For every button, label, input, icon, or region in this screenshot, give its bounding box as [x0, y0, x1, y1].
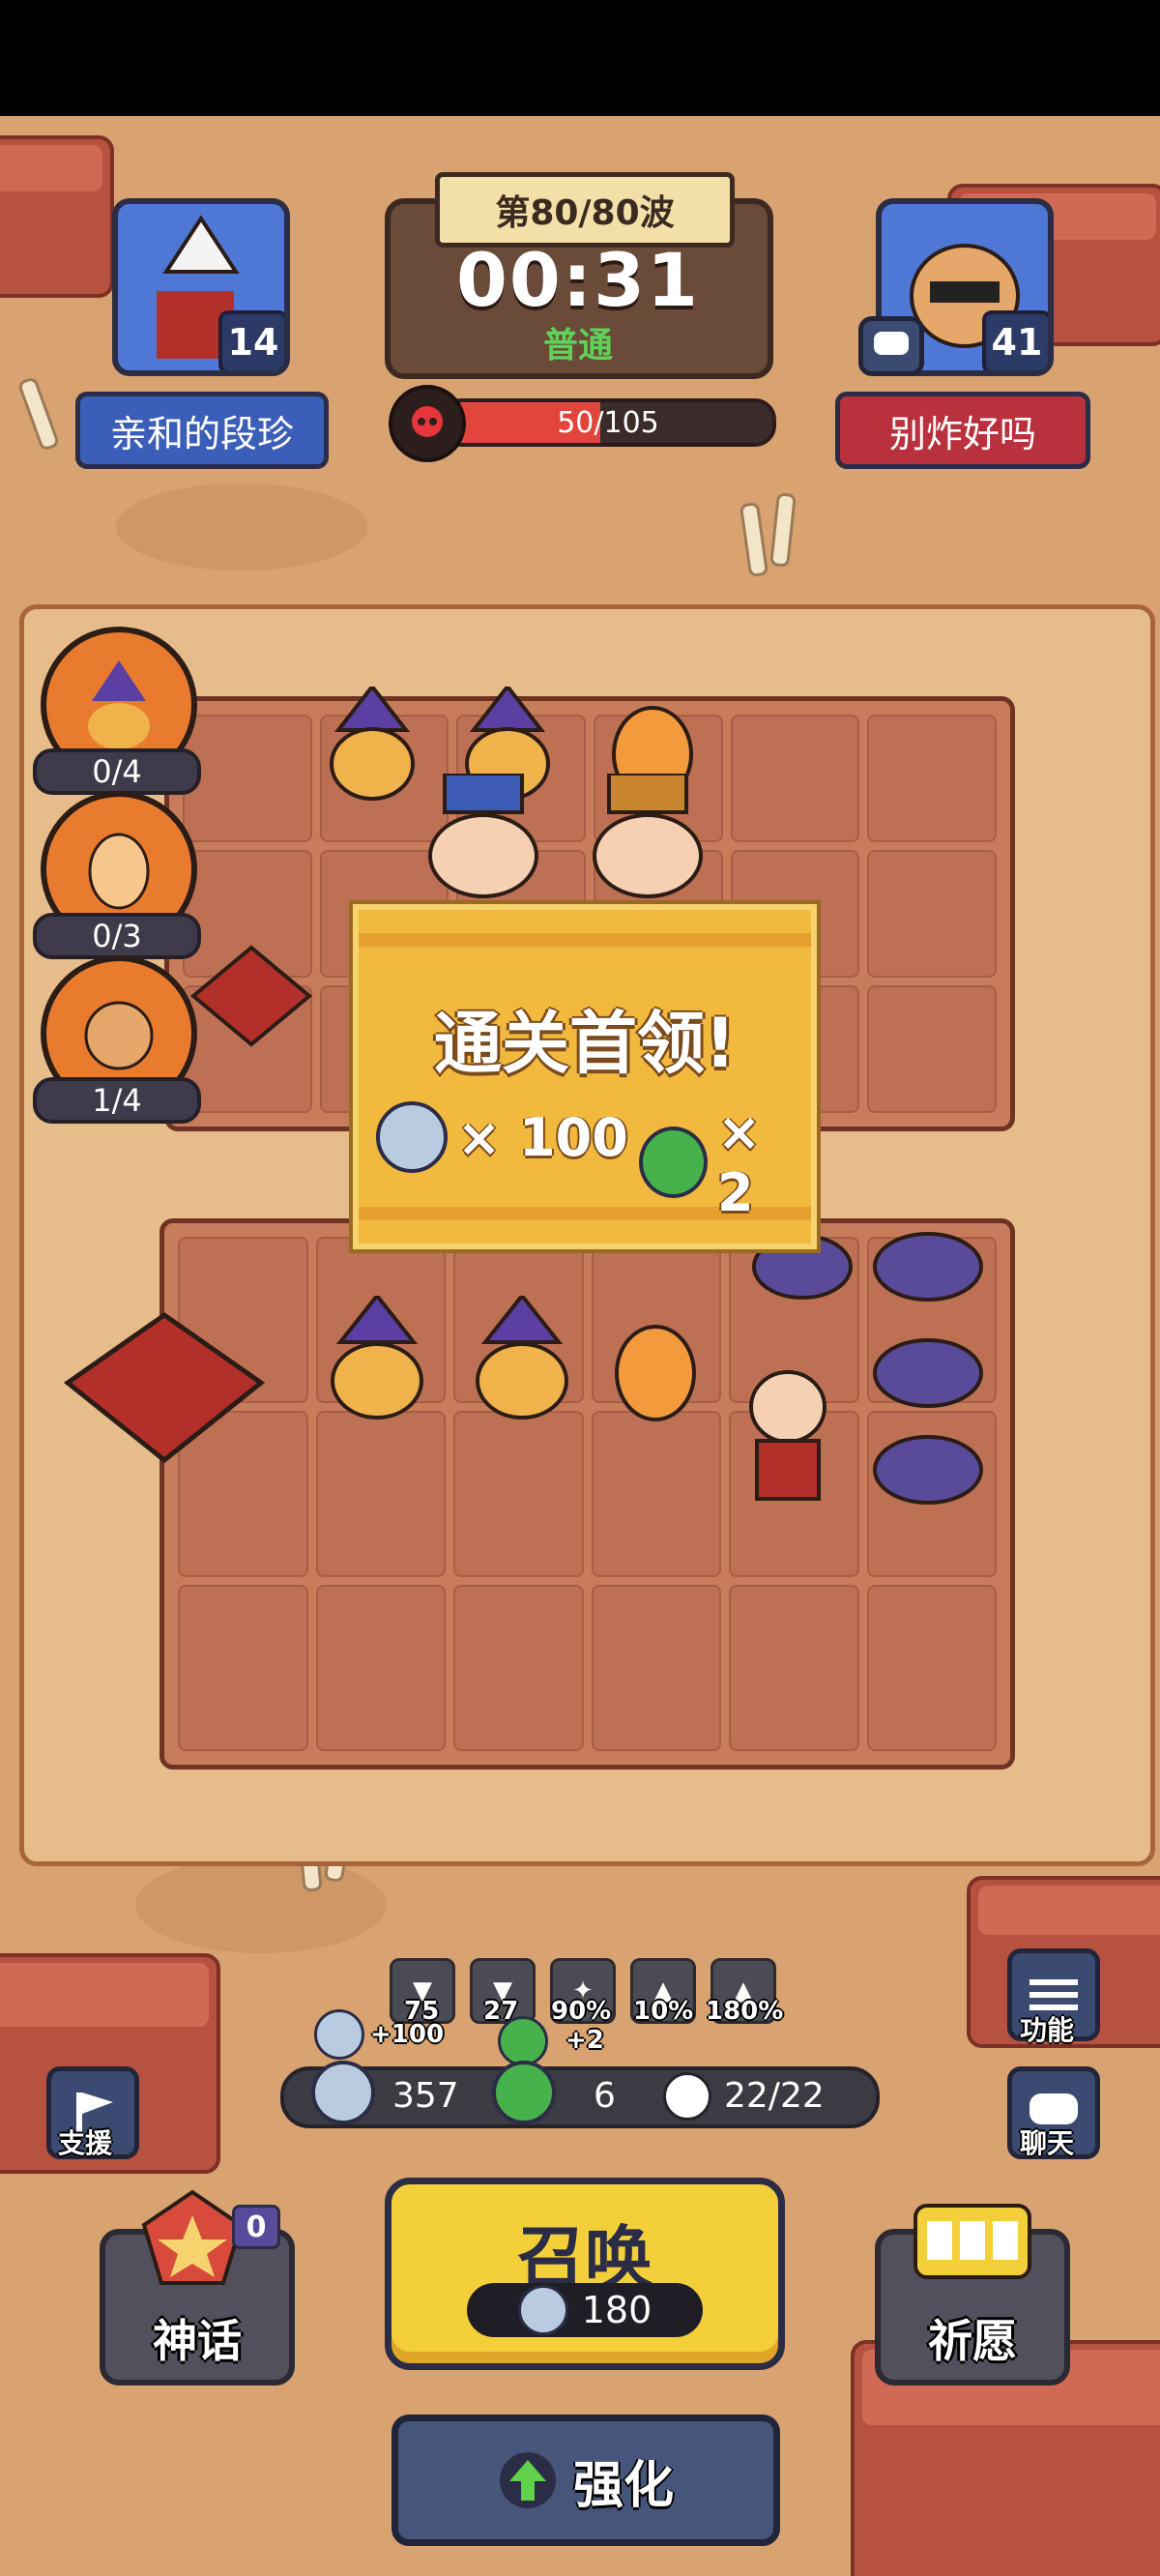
silver-coin-icon: [311, 2061, 375, 2124]
wave-timer: 00:31: [456, 237, 700, 323]
reward-silver: × 100: [376, 1101, 628, 1173]
summon-button[interactable]: 召唤 180: [385, 2178, 785, 2370]
silver-count: 357: [392, 2076, 459, 2116]
wizard-dog-unit[interactable]: [319, 1292, 435, 1421]
slot-machine-icon: [914, 2204, 1031, 2279]
enhance-button[interactable]: 强化: [392, 2415, 780, 2546]
chat-label: 聊天: [1020, 2127, 1075, 2159]
fire-egg-unit[interactable]: [607, 1315, 704, 1421]
function-label: 功能: [1020, 2014, 1075, 2046]
population-count: 22/22: [724, 2076, 825, 2116]
support-label: 支援: [58, 2127, 113, 2159]
population-icon: [663, 2072, 711, 2121]
boss-hp-text: 50/105: [557, 405, 659, 440]
silver-coin-icon: [517, 2285, 568, 2335]
stat-value: 90%: [551, 1997, 612, 2026]
boss-hp-bar: 50/105: [440, 398, 776, 447]
dragon-unit[interactable]: [184, 928, 319, 1054]
player-name-left: 亲和的段珍: [75, 392, 329, 469]
slot-count: 0/3: [33, 913, 201, 959]
stat-value: 180%: [706, 1997, 784, 2026]
bone-decoration: [16, 375, 61, 453]
enhance-label: 强化: [572, 2456, 674, 2515]
wizard-dog-unit[interactable]: [464, 1292, 580, 1421]
status-bar: [0, 0, 1160, 116]
merge-slot[interactable]: 1/4: [33, 955, 201, 1124]
wolf-enemy-group: [744, 1209, 996, 1508]
slot-count: 1/4: [33, 1077, 201, 1124]
pray-button[interactable]: 祈愿: [875, 2204, 1070, 2386]
merge-slot[interactable]: 0/4: [33, 627, 201, 795]
merge-slot[interactable]: 0/3: [33, 791, 201, 959]
wizard-dog-unit[interactable]: [319, 683, 425, 803]
menu-icon: [1030, 1979, 1078, 2010]
rock-decoration: [0, 135, 114, 298]
popup-title: 通关首领!: [434, 1004, 736, 1083]
sand-patch: [135, 1857, 387, 1953]
difficulty-label: 普通: [542, 326, 613, 366]
myth-button[interactable]: 神话: [100, 2189, 295, 2386]
king-unit[interactable]: [416, 772, 551, 899]
green-gain: +2: [498, 2016, 604, 2066]
dragon-unit[interactable]: [58, 1276, 271, 1470]
summon-cost: 180: [467, 2283, 703, 2337]
myth-badge: 0: [232, 2205, 280, 2249]
resource-bar: 357 6 22/22: [280, 2061, 880, 2128]
silver-gain: +100: [314, 2009, 444, 2060]
chat-bubble-icon[interactable]: [858, 316, 924, 376]
green-gem-icon: [498, 2016, 548, 2066]
king-unit[interactable]: [580, 772, 715, 899]
skull-icon: [389, 385, 466, 462]
green-gem-icon: [639, 1127, 708, 1198]
green-count: 6: [594, 2076, 616, 2116]
opponent-level-badge: 41: [982, 310, 1048, 370]
sand-patch: [116, 483, 367, 571]
silver-coin-icon: [314, 2009, 364, 2060]
stat-value: 10%: [633, 1997, 694, 2026]
player-avatar-left[interactable]: 14: [112, 198, 290, 376]
player-level-badge: 14: [218, 310, 284, 370]
bone-decoration: [769, 492, 797, 568]
player-name-right: 别炸好吗: [835, 392, 1090, 469]
arrow-up-icon: [499, 2452, 556, 2508]
reward-green: × 2: [639, 1101, 811, 1223]
bone-decoration: [739, 501, 769, 578]
slot-count: 0/4: [33, 748, 201, 795]
green-gem-icon: [492, 2061, 556, 2124]
silver-coin-icon: [376, 1101, 448, 1173]
boss-clear-popup: 通关首领! × 100 × 2: [353, 904, 817, 1249]
